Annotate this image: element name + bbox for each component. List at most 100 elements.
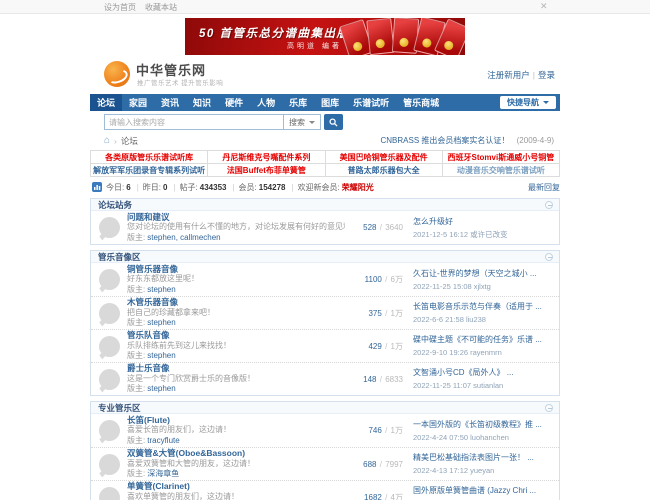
mods-label: 版主:	[127, 318, 146, 328]
promo-links-table: 各类原版管乐乐谱试听库 丹尼斯维克号嘴配件系列 美国巴哈铜管乐器及配件 西班牙Stom…	[89, 150, 561, 177]
forum-name-link[interactable]: 管乐队音像	[127, 330, 345, 341]
forum-counts: 688 / 7997	[345, 460, 403, 469]
search-button[interactable]	[324, 114, 343, 130]
promo-link[interactable]: 普路太郎乐器包大全	[324, 163, 443, 177]
new-member-link[interactable]: 荣耀阳光	[342, 182, 374, 193]
forum-row: 爵士乐音像 这是一个专门欣赏爵士乐的音像版！ 版主: stephen 148 / …	[91, 362, 559, 395]
forum-stats-bar: 今日: 6 | 昨日: 0 | 帖子: 434353 | 会员: 154278 | 欢迎新会员: 荣耀…	[90, 181, 560, 193]
promo-link[interactable]: 各类原版管乐乐谱试听库	[89, 150, 209, 164]
home-icon[interactable]: ⌂	[104, 135, 110, 146]
promo-link[interactable]: 解放军军乐团录音专辑系列试听	[89, 163, 209, 177]
moderator-links[interactable]: 深海章鱼	[147, 469, 179, 478]
stat-value: 434353	[199, 182, 227, 192]
moderator-links[interactable]: tracyflute	[147, 436, 179, 445]
section-rows: 长笛(Flute) 喜爱长笛的朋友们，这边请！ 版主: tracyflute 74…	[91, 414, 559, 500]
forum-counts: 148 / 6833	[345, 375, 403, 384]
quick-nav-button[interactable]: 快捷导航	[500, 96, 556, 109]
forum-section: 专业管乐区 长笛(Flute) 喜爱长笛的朋友们，这边请！ 版主: tracyfl…	[90, 401, 560, 500]
search-type-label: 搜索	[289, 117, 305, 127]
thread-count: 1100	[364, 275, 382, 284]
collapse-icon[interactable]	[545, 404, 553, 412]
thread-count: 429	[368, 341, 382, 351]
stat-value: 154278	[258, 182, 286, 192]
thread-count: 688	[363, 459, 377, 469]
close-icon[interactable]: ✕	[540, 1, 548, 12]
moderator-links[interactable]: stephen	[147, 318, 175, 327]
section-title[interactable]: 管乐音像区	[98, 251, 141, 263]
last-post-link[interactable]: 文智涌小号CD《局外人》 ...	[413, 367, 551, 378]
site-tagline: 推广管乐艺术 提升管乐影响	[137, 80, 224, 87]
thread-count: 528	[363, 223, 377, 232]
nav-item[interactable]: 乐谱试听	[346, 94, 396, 111]
forum-row: 铜管乐器音像 好东东都放这里呢！ 版主: stephen 1100 / 6万 久石…	[91, 263, 559, 296]
forum-name-link[interactable]: 木管乐器音像	[127, 297, 345, 308]
mods-label: 版主:	[127, 469, 146, 479]
forum-description: 这是一个专门欣赏爵士乐的音像版！	[127, 373, 255, 383]
last-post-link[interactable]: 久石让-世界的梦想（天空之城小 ...	[413, 268, 551, 279]
stat-divider: |	[291, 182, 294, 192]
section-header: 专业管乐区	[91, 402, 559, 414]
stat-value: 0	[163, 182, 168, 192]
mods-label: 版主:	[127, 232, 146, 242]
last-post-link[interactable]: 精美巴松基础指法表图片一张！ ...	[413, 452, 551, 463]
moderator-links[interactable]: stephen, callmechen	[147, 233, 220, 242]
login-link[interactable]: 登录	[538, 70, 555, 80]
nav-item[interactable]: 硬件	[218, 94, 250, 111]
last-post-link[interactable]: 碟中碟主题《不可能的任务》乐谱 ...	[413, 334, 551, 345]
promo-link[interactable]: 美国巴哈铜管乐器及配件	[324, 150, 443, 164]
nav-item[interactable]: 乐库	[282, 94, 314, 111]
section-rows: 铜管乐器音像 好东东都放这里呢！ 版主: stephen 1100 / 6万 久石…	[91, 263, 559, 395]
bookmark-site-link[interactable]: 收藏本站	[145, 2, 177, 13]
last-post-link[interactable]: 长笛电影音乐示范与伴奏（适用于 ...	[413, 301, 551, 312]
section-header: 论坛站务	[91, 199, 559, 211]
promo-link[interactable]: 法国Buffet布菲单簧管	[207, 163, 326, 177]
search-type-dropdown[interactable]: 搜索	[284, 114, 321, 130]
stat-divider: |	[232, 182, 235, 192]
search-input[interactable]	[104, 114, 284, 130]
forum-name-link[interactable]: 问题和建议	[127, 212, 345, 223]
collapse-icon[interactable]	[545, 253, 553, 261]
nav-item[interactable]: 论坛	[90, 94, 123, 111]
nav-item[interactable]: 家园	[122, 94, 154, 111]
thread-count: 148	[363, 374, 377, 384]
nav-item[interactable]: 人物	[250, 94, 282, 111]
site-announcement-link[interactable]: CNBRASS 推出会员档案实名认证！	[381, 136, 510, 145]
nav-item[interactable]: 图库	[314, 94, 346, 111]
moderator-links[interactable]: stephen	[147, 285, 175, 294]
nav-item[interactable]: 知识	[186, 94, 218, 111]
moderator-links[interactable]: stephen	[147, 351, 175, 360]
forum-name-link[interactable]: 双簧管&大管(Oboe&Bassoon)	[127, 448, 345, 459]
latest-reply-link[interactable]: 最新回复	[528, 182, 560, 193]
forum-bubble-icon	[99, 368, 120, 390]
nav-item[interactable]: 资讯	[154, 94, 186, 111]
collapse-icon[interactable]	[545, 201, 553, 209]
count-separator: /	[385, 341, 388, 351]
forum-name-link[interactable]: 单簧管(Clarinet)	[127, 481, 345, 492]
banner-title: 50 首管乐总分谱曲集出版	[199, 28, 350, 40]
promo-link[interactable]: 动漫音乐交响管乐谱试听	[441, 163, 561, 177]
forum-name-link[interactable]: 爵士乐音像	[127, 363, 345, 374]
breadcrumb-current[interactable]: 论坛	[121, 135, 138, 147]
set-homepage-link[interactable]: 设为首页	[104, 2, 136, 13]
forum-bubble-icon	[99, 335, 120, 357]
forum-name-link[interactable]: 长笛(Flute)	[127, 415, 345, 426]
last-post-link[interactable]: 怎么升级好	[413, 216, 551, 227]
section-title[interactable]: 专业管乐区	[98, 402, 141, 414]
last-post-link[interactable]: 一本国外版的《长笛初级教程》推 ...	[413, 419, 551, 430]
post-count: 4万	[390, 492, 403, 500]
stat-label: 今日:	[106, 182, 125, 192]
nav-item[interactable]: 管乐商城	[396, 94, 446, 111]
top-utility-bar: 设为首页 收藏本站 ✕	[0, 0, 650, 14]
forum-row: 问题和建议 您对论坛的使用有什么不懂的地方，对论坛发展有何好的意见和建议，请来这…	[91, 211, 559, 244]
forum-row: 管乐队音像 乐队排练前先到这儿来找找！ 版主: stephen 429 / 1万 …	[91, 329, 559, 362]
section-title[interactable]: 论坛站务	[98, 199, 132, 211]
promo-link[interactable]: 丹尼斯维克号嘴配件系列	[207, 150, 326, 164]
forum-name-link[interactable]: 铜管乐器音像	[127, 264, 345, 275]
site-logo-icon[interactable]	[104, 61, 130, 87]
search-bar: 搜索	[104, 114, 560, 130]
moderator-links[interactable]: stephen	[147, 384, 175, 393]
last-post-link[interactable]: 国外原版单簧管曲谱 (Jazzy Chri ...	[413, 485, 551, 496]
register-link[interactable]: 注册新用户	[487, 70, 530, 80]
promo-link[interactable]: 西班牙Stomvi斯通威小号铜管	[441, 150, 561, 164]
ad-banner[interactable]: 50 首管乐总分谱曲集出版 高明道 编著	[185, 18, 465, 55]
